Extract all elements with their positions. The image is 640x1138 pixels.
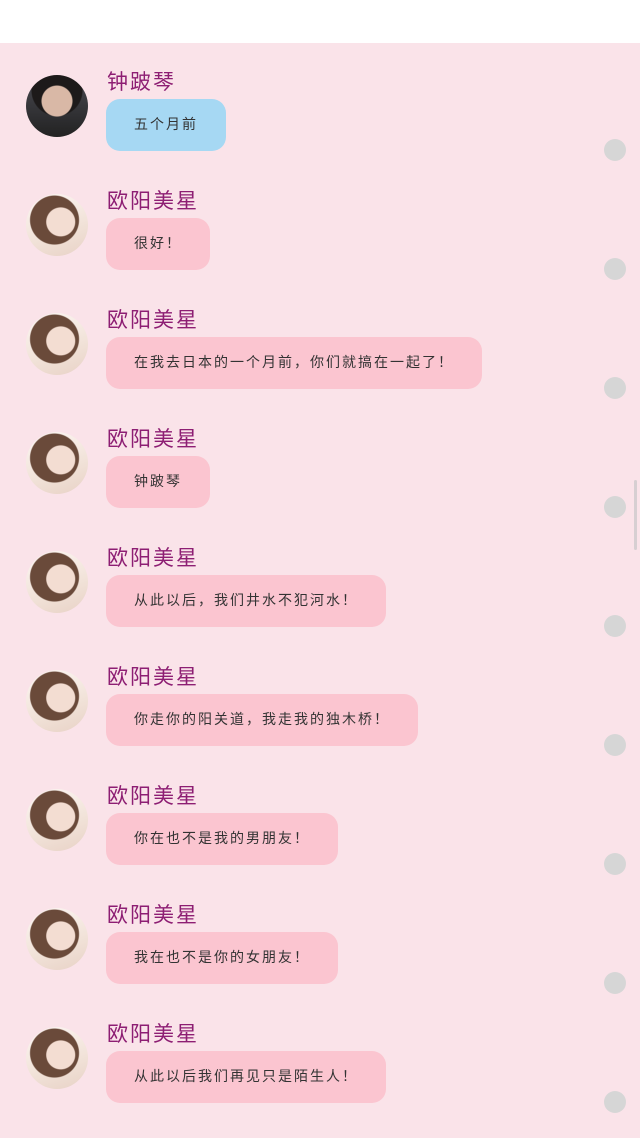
sender-name: 欧阳美星 [107,308,199,332]
status-dot-icon [604,496,626,518]
status-dot-icon [604,972,626,994]
sender-name: 欧阳美星 [107,784,199,808]
status-dot-icon [604,258,626,280]
sender-name: 欧阳美星 [107,546,199,570]
sender-name: 欧阳美星 [107,189,199,213]
status-dot-icon [604,853,626,875]
avatar[interactable] [26,908,88,970]
status-dot-icon [604,377,626,399]
message-row: 欧阳美星 从此以后，我们井水不犯河水！ [0,519,640,638]
message-row: 欧阳美星 从此以后我们再见只是陌生人！ [0,995,640,1114]
status-dot-icon [604,734,626,756]
avatar[interactable] [26,551,88,613]
message-bubble[interactable]: 你在也不是我的男朋友！ [106,813,338,865]
sender-name: 欧阳美星 [107,665,199,689]
avatar[interactable] [26,789,88,851]
avatar[interactable] [26,313,88,375]
avatar[interactable] [26,75,88,137]
message-row: 钟跛琴 五个月前 [0,43,640,162]
message-row: 欧阳美星 钟跛琴 [0,400,640,519]
sender-name: 欧阳美星 [107,903,199,927]
message-bubble[interactable]: 钟跛琴 [106,456,210,508]
sender-name: 钟跛琴 [107,70,176,94]
avatar[interactable] [26,432,88,494]
avatar[interactable] [26,670,88,732]
message-bubble[interactable]: 你走你的阳关道，我走我的独木桥！ [106,694,418,746]
status-dot-icon [604,1091,626,1113]
message-row: 欧阳美星 在我去日本的一个月前，你们就搞在一起了！ [0,281,640,400]
message-bubble[interactable]: 从此以后我们再见只是陌生人！ [106,1051,386,1103]
avatar[interactable] [26,194,88,256]
message-bubble[interactable]: 很好！ [106,218,210,270]
avatar[interactable] [26,1027,88,1089]
message-bubble[interactable]: 从此以后，我们井水不犯河水！ [106,575,386,627]
top-bar [0,0,640,43]
message-row: 欧阳美星 你走你的阳关道，我走我的独木桥！ [0,638,640,757]
message-bubble[interactable]: 在我去日本的一个月前，你们就搞在一起了！ [106,337,482,389]
message-bubble[interactable]: 我在也不是你的女朋友！ [106,932,338,984]
message-row: 欧阳美星 你在也不是我的男朋友！ [0,757,640,876]
chat-list[interactable]: 钟跛琴 五个月前 欧阳美星 很好！ 欧阳美星 在我去日本的一个月前，你们就搞在一… [0,43,640,1138]
scrollbar-thumb[interactable] [634,480,637,550]
status-dot-icon [604,139,626,161]
status-dot-icon [604,615,626,637]
message-row: 欧阳美星 很好！ [0,162,640,281]
message-row: 欧阳美星 我在也不是你的女朋友！ [0,876,640,995]
sender-name: 欧阳美星 [107,1022,199,1046]
sender-name: 欧阳美星 [107,427,199,451]
message-bubble[interactable]: 五个月前 [106,99,226,151]
